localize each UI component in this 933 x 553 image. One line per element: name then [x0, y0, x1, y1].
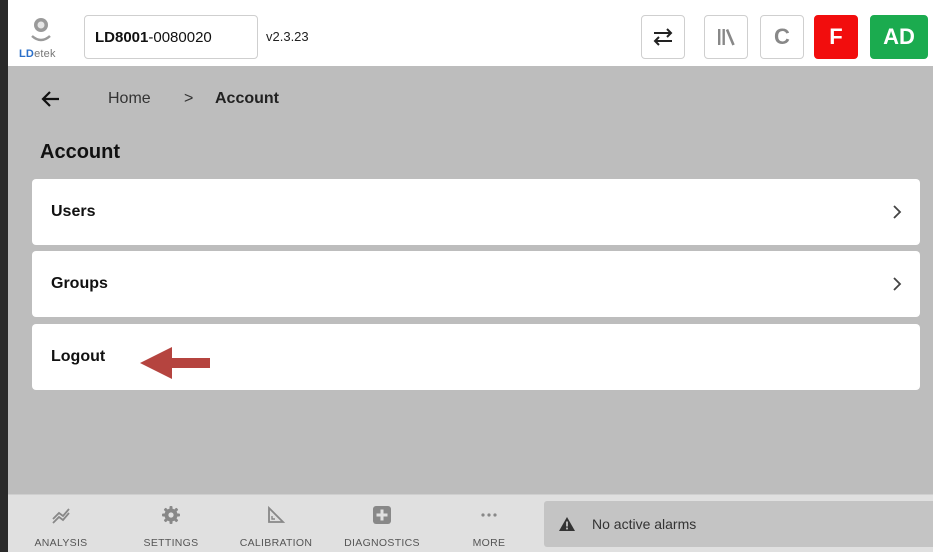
breadcrumb-separator: >	[184, 90, 194, 107]
users-label: Users	[51, 203, 96, 220]
logo-ld: LD	[19, 48, 35, 60]
swap-button[interactable]	[641, 15, 685, 59]
nav-settings[interactable]: SETTINGS	[126, 495, 216, 553]
alarm-status-bar[interactable]: No active alarms	[544, 501, 933, 547]
nav-calibration[interactable]: CALIBRATION	[224, 495, 328, 553]
users-menu-item[interactable]: Users	[32, 179, 920, 245]
logo-etek: etek	[34, 48, 56, 60]
groups-menu-item[interactable]: Groups	[32, 251, 920, 317]
breadcrumb-home[interactable]: Home	[108, 90, 151, 108]
logo-text: LDetek	[19, 48, 56, 60]
nav-more[interactable]: MORE	[444, 495, 534, 553]
nav-settings-label: SETTINGS	[143, 537, 199, 549]
library-icon	[718, 28, 735, 46]
swap-arrows-icon	[653, 28, 673, 46]
nav-diagnostics[interactable]: DIAGNOSTICS	[332, 495, 432, 553]
chevron-right-icon	[893, 205, 902, 219]
chevron-right-icon	[893, 277, 902, 291]
library-button[interactable]	[704, 15, 748, 59]
window-edge	[0, 0, 8, 552]
nav-analysis[interactable]: ANALYSIS	[16, 495, 106, 553]
nav-diagnostics-label: DIAGNOSTICS	[344, 537, 420, 549]
f-status-button[interactable]: F	[814, 15, 858, 59]
plus-square-icon	[373, 506, 391, 524]
alarm-status-text: No active alarms	[592, 516, 697, 532]
nav-more-label: MORE	[472, 537, 506, 549]
ad-user-button[interactable]: AD	[870, 15, 928, 59]
device-model: LD8001	[95, 29, 149, 46]
device-id: LD8001-0080020	[95, 29, 212, 46]
device-selector[interactable]: LD8001-0080020	[84, 15, 258, 59]
app-header: LDetek LD8001-0080020 v2.3.23 C F AD	[8, 8, 933, 66]
logout-label: Logout	[51, 348, 106, 365]
device-serial: -0080020	[148, 29, 212, 46]
annotation-arrow-icon	[140, 347, 210, 379]
ldetek-logo[interactable]: LDetek	[12, 10, 76, 66]
bottom-nav: ANALYSIS SETTINGS CALIBRATION DIAGNOSTIC…	[8, 494, 933, 552]
nav-analysis-label: ANALYSIS	[34, 537, 88, 549]
page-title: Account	[40, 141, 120, 163]
warning-icon	[559, 517, 575, 531]
gear-icon	[162, 506, 180, 524]
back-arrow-icon[interactable]	[40, 88, 62, 110]
software-version: v2.3.23	[266, 29, 309, 44]
nav-calibration-label: CALIBRATION	[239, 537, 313, 549]
c-status-button[interactable]: C	[760, 15, 804, 59]
breadcrumb-current: Account	[215, 90, 279, 107]
groups-label: Groups	[51, 275, 108, 292]
app-frame: LDetek LD8001-0080020 v2.3.23 C F AD Hom…	[0, 0, 933, 552]
logo-mark-icon	[31, 18, 51, 42]
analysis-icon	[52, 508, 70, 524]
more-icon	[481, 513, 497, 517]
main-content: Home > Account Account Users Groups Logo…	[8, 66, 933, 494]
calibration-icon	[268, 505, 286, 523]
